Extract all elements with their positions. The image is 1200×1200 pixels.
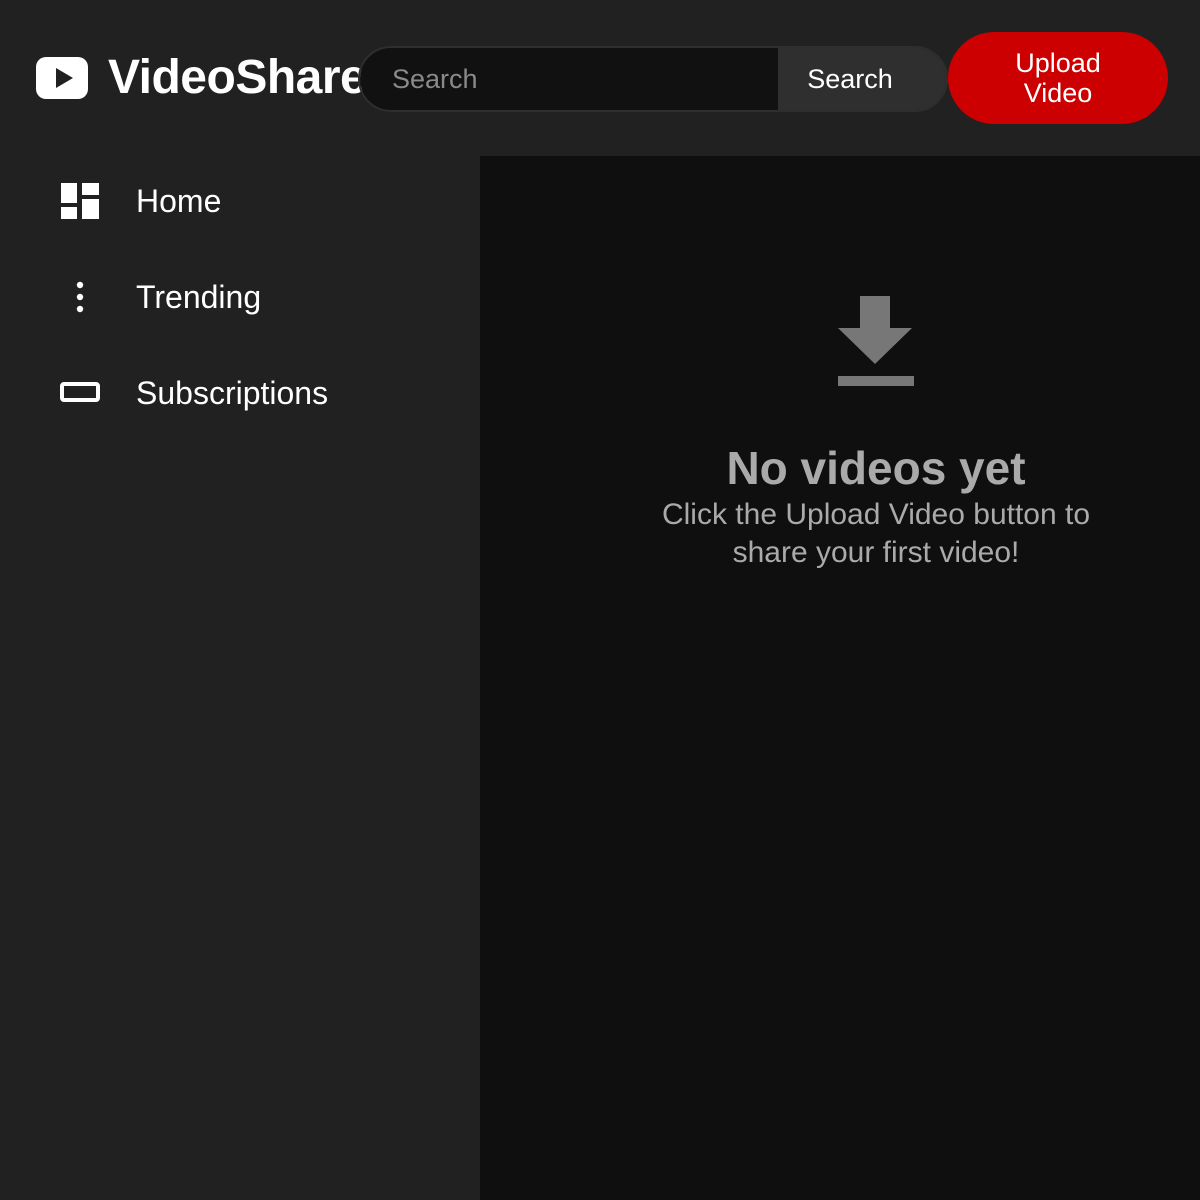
sidebar-item-home[interactable]: Home: [0, 156, 480, 246]
rectangle-icon: [60, 373, 100, 413]
sidebar-item-subscriptions[interactable]: Subscriptions: [0, 348, 480, 438]
main-content: No videos yet Click the Upload Video but…: [480, 156, 1200, 1200]
sidebar-item-label: Home: [136, 182, 222, 219]
download-icon: [836, 294, 916, 390]
sidebar-item-label: Subscriptions: [136, 374, 329, 411]
search-input[interactable]: [360, 48, 778, 110]
app-logo[interactable]: VideoShare: [36, 50, 367, 106]
empty-state-title: No videos yet: [726, 442, 1026, 494]
play-logo-icon: [36, 50, 88, 106]
search-bar: Search: [358, 46, 948, 112]
upload-video-button[interactable]: Upload Video: [948, 32, 1168, 124]
sidebar: Home Trending Subscriptions: [0, 156, 480, 1200]
dashboard-icon: [60, 181, 100, 221]
more-vertical-icon: [60, 277, 100, 317]
sidebar-item-trending[interactable]: Trending: [0, 252, 480, 342]
empty-state-description: Click the Upload Video button to share y…: [661, 498, 1091, 569]
sidebar-item-label: Trending: [136, 278, 262, 315]
app-name: VideoShare: [108, 51, 367, 104]
top-header: VideoShare Search Upload Video: [0, 0, 1200, 156]
search-button[interactable]: Search: [778, 48, 946, 110]
